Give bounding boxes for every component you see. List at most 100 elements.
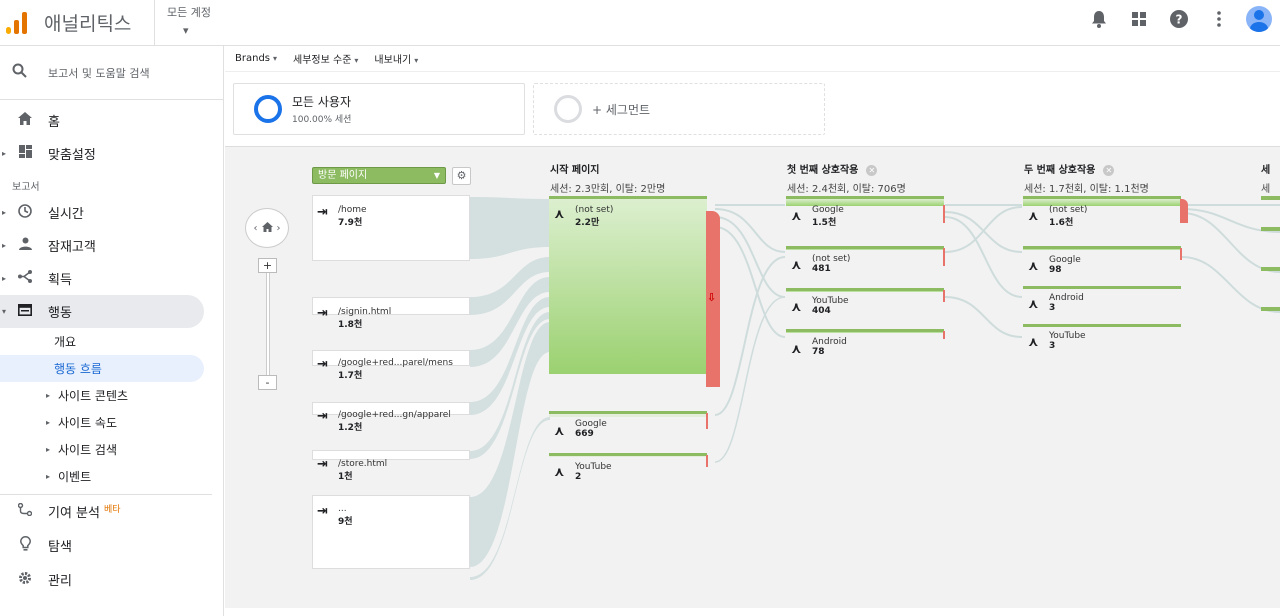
source-node[interactable]	[312, 495, 470, 569]
sidebar-item-acquisition[interactable]: ▸ 획득	[0, 262, 223, 295]
zoom-in-button[interactable]: +	[258, 258, 277, 273]
search-input[interactable]: 보고서 및 도움말 검색	[48, 65, 150, 81]
interaction-node[interactable]	[786, 288, 944, 292]
export-dropdown[interactable]: 내보내기 ▾	[374, 51, 418, 66]
help-icon[interactable]: ?	[1166, 6, 1192, 32]
expand-arrow-icon: ▸	[2, 241, 7, 250]
source-node[interactable]	[312, 450, 470, 460]
interaction-node[interactable]	[1261, 267, 1280, 271]
source-node[interactable]	[312, 195, 470, 261]
acquisition-icon	[16, 270, 34, 287]
column-header-second-interaction: 두 번째 상호작용 ✕ 세션: 1.7천회, 이탈: 1.1천명	[1024, 164, 1149, 195]
column-header-first-interaction: 첫 번째 상호작용 ✕ 세션: 2.4천회, 이탈: 706명	[787, 164, 906, 195]
segment-all-users[interactable]: 모든 사용자 100.00% 세션	[233, 83, 525, 135]
close-icon[interactable]: ✕	[866, 164, 878, 176]
brands-dropdown[interactable]: Brands ▾	[235, 53, 277, 64]
detail-level-dropdown[interactable]: 세부정보 수준 ▾	[293, 51, 358, 66]
zoom-slider-track[interactable]	[266, 267, 270, 377]
sidebar-search[interactable]: 보고서 및 도움말 검색	[0, 46, 223, 100]
start-page-label: Google 669	[575, 419, 607, 439]
start-page-label: YouTube 2	[575, 462, 612, 482]
dropoff-bar[interactable]	[943, 331, 945, 339]
attribution-icon	[16, 502, 34, 520]
sidebar-item-realtime[interactable]: ▸ 실시간	[0, 196, 223, 229]
source-node-label: /home 7.9천	[338, 205, 367, 228]
notifications-bell-icon[interactable]	[1086, 6, 1112, 32]
interaction-node[interactable]	[1023, 324, 1181, 327]
interaction-node[interactable]	[786, 196, 944, 206]
interaction-node[interactable]	[1023, 286, 1181, 289]
start-page-label: (not set) 2.2만	[575, 205, 614, 228]
interaction-label: Android 78	[812, 337, 847, 357]
interaction-node[interactable]	[786, 246, 944, 250]
close-icon[interactable]: ✕	[1103, 164, 1115, 176]
segment-bar: 모든 사용자 100.00% 세션 + 세그먼트	[225, 72, 1280, 146]
sidebar-item-custom[interactable]: ▸ 맞춤설정	[0, 137, 223, 170]
flow-settings-button[interactable]: ⚙	[452, 167, 471, 185]
home-icon[interactable]	[261, 221, 273, 235]
pan-right-icon[interactable]: ›	[277, 223, 281, 234]
page-icon: ⋏	[791, 342, 802, 357]
dimension-select[interactable]: 방문 페이지 ▼	[312, 167, 446, 184]
sidebar-item-behavior[interactable]: ▾ 행동	[0, 295, 204, 328]
account-selector[interactable]: 모든 계정 ▾	[154, 0, 211, 46]
more-vert-icon[interactable]	[1206, 6, 1232, 32]
interaction-node[interactable]	[1023, 196, 1181, 206]
dropoff-bar[interactable]	[943, 248, 945, 266]
start-page-node[interactable]	[549, 453, 707, 457]
dropoff-bar[interactable]	[706, 455, 708, 467]
sidebar-subitem-behavior-flow[interactable]: 행동 흐름	[0, 355, 204, 382]
zoom-out-button[interactable]: -	[258, 375, 277, 390]
start-page-node[interactable]	[549, 196, 707, 374]
interaction-node[interactable]	[1261, 227, 1280, 231]
chevron-down-icon: ▾	[183, 24, 189, 37]
sidebar-subitem-events[interactable]: ▸ 이벤트	[0, 463, 223, 490]
entry-arrow-icon: ⇥	[317, 306, 328, 321]
behavior-flow-canvas[interactable]: 방문 페이지 ▼ ⚙ ‹ › + - 시작 페이지 세션: 2.3만회, 이탈:…	[225, 146, 1280, 608]
expand-arrow-icon: ▸	[2, 208, 7, 217]
chevron-down-icon: ▾	[414, 56, 419, 65]
beta-badge: 베타	[103, 505, 121, 515]
page-icon: ⋏	[554, 424, 565, 439]
sidebar-item-admin[interactable]: 관리	[0, 563, 224, 596]
start-page-node[interactable]	[549, 411, 707, 417]
analytics-logo-icon[interactable]	[6, 8, 36, 38]
interaction-node[interactable]	[1023, 246, 1181, 250]
sidebar-subitem-site-speed[interactable]: ▸ 사이트 속도	[0, 409, 223, 436]
sidebar-subitem-overview[interactable]: 개요	[0, 328, 223, 355]
source-node-label: ... 9천	[338, 504, 353, 527]
pan-control[interactable]: ‹ ›	[245, 208, 289, 248]
source-node-label: /google+red...gn/apparel 1.2천	[338, 410, 451, 433]
page-icon: ⋏	[554, 207, 565, 222]
sidebar-subitem-site-content[interactable]: ▸ 사이트 콘텐츠	[0, 382, 223, 409]
entry-arrow-icon: ⇥	[317, 205, 328, 220]
apps-grid-icon[interactable]	[1126, 6, 1152, 32]
sidebar-item-audience[interactable]: ▸ 잠재고객	[0, 229, 223, 262]
dropoff-bar[interactable]	[943, 205, 945, 223]
expand-arrow-icon: ▸	[46, 418, 51, 427]
sidebar-item-discover[interactable]: 탐색	[0, 529, 224, 562]
page-icon: ⋏	[791, 258, 802, 273]
column-header-third-interaction: 세 세	[1261, 165, 1271, 195]
avatar[interactable]	[1246, 6, 1272, 32]
sidebar-subitem-site-search[interactable]: ▸ 사이트 검색	[0, 436, 223, 463]
expand-arrow-icon: ▸	[2, 274, 7, 283]
dropoff-bar[interactable]	[1180, 199, 1188, 223]
sidebar-item-home[interactable]: 홈	[0, 104, 223, 137]
expand-arrow-icon: ▸	[2, 149, 7, 158]
interaction-node[interactable]	[1261, 196, 1280, 200]
dropoff-bar[interactable]	[706, 413, 708, 429]
empty-segment-ring-icon	[554, 95, 582, 123]
entry-arrow-icon: ⇥	[317, 504, 328, 519]
segment-ring-icon	[254, 95, 282, 123]
sidebar-item-attribution[interactable]: 기여 분석 베타	[0, 495, 224, 528]
dashboard-icon	[16, 145, 34, 162]
pan-left-icon[interactable]: ‹	[254, 223, 258, 234]
gear-icon	[16, 571, 34, 589]
interaction-node[interactable]	[1261, 307, 1280, 311]
clock-icon	[16, 203, 34, 222]
dropoff-bar[interactable]	[943, 290, 945, 302]
interaction-node[interactable]	[786, 329, 944, 333]
add-segment-button[interactable]: + 세그먼트	[533, 83, 825, 135]
dropoff-bar[interactable]	[1180, 248, 1182, 260]
